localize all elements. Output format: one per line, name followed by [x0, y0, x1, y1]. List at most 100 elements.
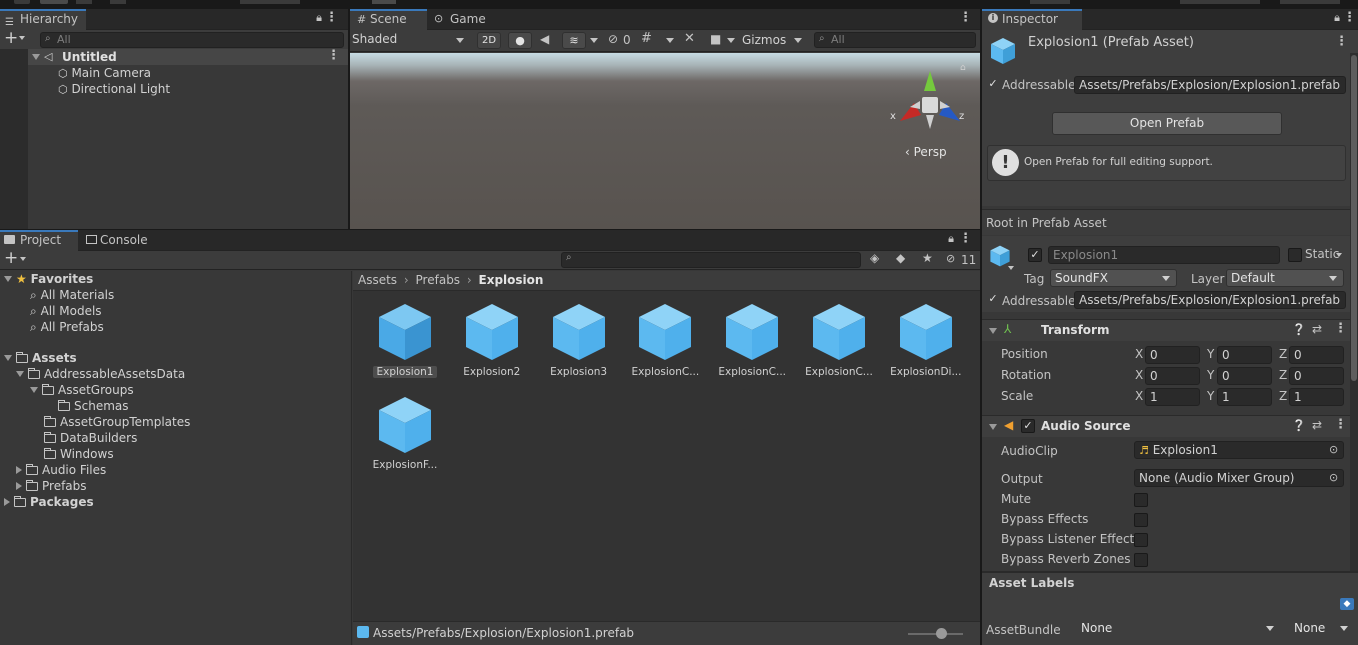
- fold-icon[interactable]: [989, 424, 997, 430]
- transform-x-field[interactable]: 1: [1145, 388, 1200, 406]
- transform-y-field[interactable]: 0: [1217, 346, 1272, 364]
- favorite-item[interactable]: ⌕ All Prefabs: [30, 319, 104, 335]
- assetbundle-variant-dropdown[interactable]: None: [1290, 620, 1354, 638]
- axis-label-y[interactable]: Y: [1207, 368, 1214, 382]
- tag-dropdown[interactable]: SoundFX: [1050, 269, 1177, 287]
- hidden-objects-icon[interactable]: ⊘: [608, 32, 618, 46]
- tree-item-addressable[interactable]: AddressableAssetsData: [16, 366, 185, 382]
- tab-hierarchy[interactable]: ☰ Hierarchy: [0, 9, 87, 30]
- search-by-label-icon[interactable]: ◆: [896, 251, 905, 265]
- help-icon[interactable]: ❔: [1292, 419, 1306, 432]
- shading-mode-dropdown[interactable]: Shaded: [352, 31, 468, 49]
- transform-x-field[interactable]: 0: [1145, 346, 1200, 364]
- tree-item-windows[interactable]: Windows: [44, 446, 114, 462]
- tab-console[interactable]: Console: [80, 230, 156, 251]
- breadcrumb-item[interactable]: Prefabs: [416, 273, 461, 287]
- axis-label-y[interactable]: Y: [1207, 347, 1214, 361]
- menu-kebab-icon[interactable]: ⋮: [959, 10, 972, 25]
- axis-label-x[interactable]: X: [1135, 368, 1143, 382]
- fold-icon[interactable]: [16, 482, 22, 490]
- fold-icon[interactable]: [30, 387, 38, 393]
- audio-toggle-checkbox[interactable]: [1134, 493, 1148, 507]
- persp-label[interactable]: ‹ Persp: [905, 145, 947, 159]
- add-icon[interactable]: +: [4, 248, 18, 268]
- asset-item[interactable]: Explosion1: [367, 302, 443, 378]
- label-tag-icon[interactable]: ◆: [1340, 598, 1354, 610]
- transform-x-field[interactable]: 0: [1145, 367, 1200, 385]
- tree-item-assetgroups[interactable]: AssetGroups: [30, 382, 134, 398]
- preset-icon[interactable]: ⇄: [1312, 322, 1322, 336]
- fold-icon[interactable]: [16, 466, 22, 474]
- audio-toggle-checkbox[interactable]: [1134, 533, 1148, 547]
- audio-toggle-icon[interactable]: ◀: [540, 32, 549, 46]
- toolbar-button[interactable]: [40, 0, 68, 4]
- object-picker-icon[interactable]: ⊙: [1329, 471, 1338, 484]
- audio-toggle-checkbox[interactable]: [1134, 553, 1148, 567]
- effects-toggle[interactable]: ≋: [562, 32, 586, 49]
- asset-item[interactable]: ExplosionC...: [801, 302, 877, 378]
- preset-icon[interactable]: ⇄: [1312, 418, 1322, 432]
- assetbundle-dropdown[interactable]: None: [1077, 620, 1280, 638]
- lock-icon[interactable]: 🔒︎: [316, 11, 322, 25]
- transform-header[interactable]: ⅄ Transform ❔ ⇄ ⋮: [982, 319, 1358, 341]
- fold-icon[interactable]: [32, 54, 40, 60]
- lighting-toggle[interactable]: ●: [508, 32, 532, 49]
- axis-label-z[interactable]: Z: [1279, 347, 1287, 361]
- component-menu-icon[interactable]: ⋮: [1334, 321, 1347, 336]
- fold-icon[interactable]: [16, 371, 24, 377]
- fold-icon[interactable]: [4, 498, 10, 506]
- chevron-down-icon[interactable]: [727, 38, 735, 43]
- axis-label-z[interactable]: Z: [1279, 368, 1287, 382]
- breadcrumb-item[interactable]: Explosion: [479, 273, 544, 287]
- camera-icon[interactable]: ■: [710, 32, 721, 46]
- favorite-item[interactable]: ⌕ All Materials: [30, 287, 114, 303]
- tree-item-audiofiles[interactable]: Audio Files: [16, 462, 106, 478]
- chevron-down-icon[interactable]: [794, 38, 802, 43]
- tools-icon[interactable]: ✕: [684, 31, 695, 46]
- addressable-path-field[interactable]: Assets/Prefabs/Explosion/Explosion1.pref…: [1074, 76, 1346, 94]
- asset-item[interactable]: Explosion2: [454, 302, 530, 378]
- audio-toggle-checkbox[interactable]: [1134, 513, 1148, 527]
- lock-icon[interactable]: 🔒︎: [948, 232, 954, 246]
- 2d-toggle[interactable]: 2D: [477, 32, 501, 49]
- project-search-input[interactable]: [561, 252, 861, 268]
- header-menu-icon[interactable]: ⋮: [1335, 34, 1348, 49]
- output-field[interactable]: None (Audio Mixer Group): [1134, 469, 1344, 487]
- audio-enabled-checkbox[interactable]: ✓: [1021, 419, 1035, 433]
- object-name-field[interactable]: Explosion1: [1048, 246, 1280, 264]
- toolbar-button[interactable]: [1180, 0, 1260, 4]
- tab-scene[interactable]: # Scene: [350, 9, 427, 30]
- asset-item[interactable]: ExplosionDi...: [888, 302, 964, 378]
- tab-game[interactable]: ⊙ Game: [430, 9, 494, 30]
- static-checkbox[interactable]: [1288, 248, 1302, 262]
- add-icon[interactable]: +: [4, 28, 18, 48]
- transform-y-field[interactable]: 0: [1217, 367, 1272, 385]
- asset-item[interactable]: ExplosionF...: [367, 395, 443, 471]
- toolbar-button[interactable]: [76, 0, 92, 4]
- chevron-down-icon[interactable]: [1008, 266, 1014, 270]
- transform-z-field[interactable]: 0: [1289, 346, 1344, 364]
- audio-source-header[interactable]: ◀ ✓ Audio Source ❔ ⇄ ⋮: [982, 415, 1358, 437]
- hierarchy-item[interactable]: ⬡ Main Camera: [58, 65, 151, 81]
- fold-icon[interactable]: [4, 355, 12, 361]
- tree-item-grouptemplates[interactable]: AssetGroupTemplates: [44, 414, 190, 430]
- static-label[interactable]: Static: [1305, 247, 1339, 261]
- toolbar-button[interactable]: [1030, 0, 1070, 4]
- tree-item-databuilders[interactable]: DataBuilders: [44, 430, 137, 446]
- dropdown-arrow-icon[interactable]: [20, 257, 26, 261]
- scene-viewport[interactable]: x z ⌂ ‹ Persp: [350, 53, 980, 229]
- transform-z-field[interactable]: 0: [1289, 367, 1344, 385]
- layer-dropdown[interactable]: Default: [1226, 269, 1344, 287]
- chevron-down-icon[interactable]: [666, 38, 674, 43]
- menu-kebab-icon[interactable]: ⋮: [959, 231, 972, 246]
- scrollbar-thumb[interactable]: [1351, 55, 1357, 381]
- hierarchy-item[interactable]: ⬡ Directional Light: [58, 81, 170, 97]
- grid-snap-icon[interactable]: #: [641, 31, 652, 46]
- favorite-item[interactable]: ⌕ All Models: [30, 303, 102, 319]
- addressable-checkbox[interactable]: ✓: [986, 78, 1000, 92]
- prefab-cube-icon[interactable]: [988, 244, 1012, 268]
- object-picker-icon[interactable]: ⊙: [1329, 443, 1338, 456]
- toolbar-button[interactable]: [110, 0, 126, 4]
- tree-item-packages[interactable]: Packages: [4, 494, 94, 510]
- addressable-path-field[interactable]: Assets/Prefabs/Explosion/Explosion1.pref…: [1074, 291, 1346, 309]
